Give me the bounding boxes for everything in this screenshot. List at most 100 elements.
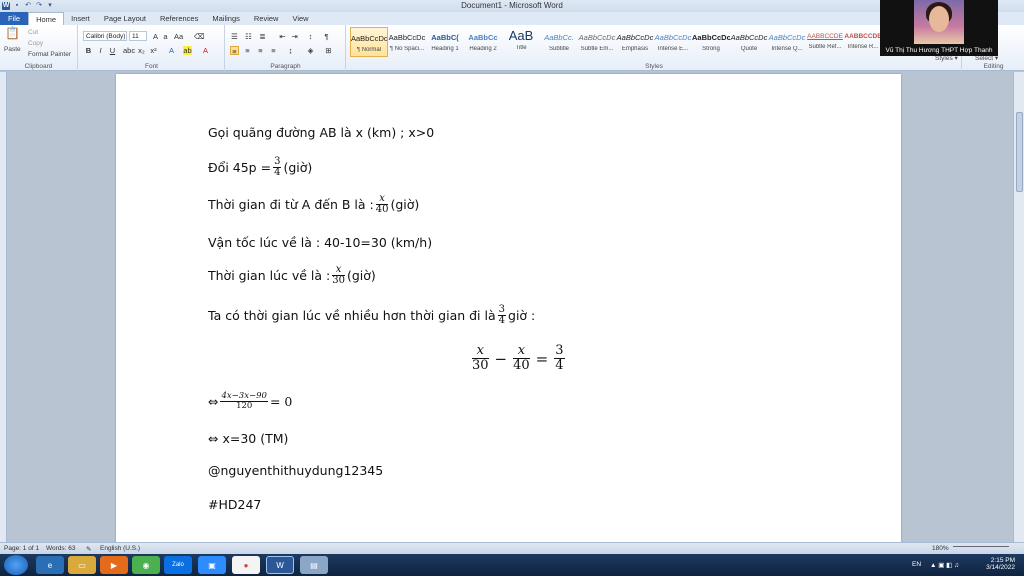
paragraph-label: Paragraph bbox=[270, 63, 301, 70]
tab-home[interactable]: Home bbox=[28, 12, 65, 25]
fraction-3-4: 34 bbox=[273, 156, 282, 178]
word-taskbar-icon[interactable]: W bbox=[266, 556, 294, 574]
style-intense-reference[interactable]: AABBCCDE Intense R... bbox=[844, 27, 882, 57]
vertical-ruler bbox=[0, 72, 7, 542]
doc-line-10: @nguyenthithuydung12345 bbox=[208, 463, 384, 478]
style-title[interactable]: AaB Title bbox=[502, 27, 540, 57]
styles-label: Styles bbox=[645, 63, 663, 70]
start-button-icon[interactable] bbox=[4, 555, 28, 575]
document-area: Gọi quãng đường AB là x (km) ; x>0 Đổi 4… bbox=[0, 72, 1024, 542]
align-center-icon[interactable]: ≡ bbox=[243, 46, 252, 55]
language-indicator[interactable]: English (U.S.) bbox=[100, 545, 140, 552]
fraction-x-30: x 30 bbox=[332, 264, 345, 286]
zoom-slider[interactable] bbox=[953, 546, 1009, 551]
borders-icon[interactable]: ⊞ bbox=[324, 46, 333, 55]
align-left-icon[interactable]: ≡ bbox=[230, 46, 239, 56]
tab-view[interactable]: View bbox=[285, 12, 315, 25]
style-heading-2[interactable]: AaBbCc Heading 2 bbox=[464, 27, 502, 57]
paste-icon[interactable]: 📋 bbox=[5, 27, 20, 43]
paste-button[interactable]: Paste bbox=[4, 46, 21, 53]
style-subtitle[interactable]: AaBbCc. Subtitle bbox=[540, 27, 578, 57]
doc-line-2: Đổi 45p = 34 (giờ) bbox=[208, 156, 313, 178]
styles-group: AaBbCcDc ¶ Normal AaBbCcDc ¶ No Spaci... A… bbox=[347, 25, 962, 71]
cut-button[interactable]: Cut bbox=[28, 29, 38, 36]
style-subtle-emphasis[interactable]: AaBbCcDc Subtle Em... bbox=[578, 27, 616, 57]
doc-line-1: Gọi quãng đường AB là x (km) ; x>0 bbox=[208, 125, 435, 140]
style-heading-1[interactable]: AaBbC(Heading 1 bbox=[426, 27, 464, 57]
numbering-icon[interactable]: ☷ bbox=[244, 32, 253, 41]
style-no-spacing[interactable]: AaBbCcDc ¶ No Spaci... bbox=[388, 27, 426, 57]
app-green-icon[interactable]: ◉ bbox=[132, 556, 160, 574]
style-strong[interactable]: AaBbCcDc Strong bbox=[692, 27, 730, 57]
font-group: Calibri (Body) 11 A a Aa ⌫ B I U abc x₂ … bbox=[79, 25, 225, 71]
ribbon-tabs: File Home Insert Page Layout References … bbox=[0, 12, 1024, 25]
align-right-icon[interactable]: ≡ bbox=[256, 46, 265, 55]
line-spacing-icon[interactable]: ↨ bbox=[286, 46, 295, 55]
tab-references[interactable]: References bbox=[153, 12, 205, 25]
multilevel-list-icon[interactable]: ≣ bbox=[258, 32, 267, 41]
document-page[interactable]: Gọi quãng đường AB là x (km) ; x>0 Đổi 4… bbox=[116, 74, 901, 542]
italic-icon[interactable]: I bbox=[96, 46, 105, 55]
paragraph-group: ☰ ☷ ≣ ⇤ ⇥ ↕ ¶ ≡ ≡ ≡ ≡ ↨ ◈ ⊞ Paragraph bbox=[226, 25, 346, 71]
page-count[interactable]: Page: 1 of 1 bbox=[4, 545, 39, 552]
change-case-icon[interactable]: Aa bbox=[174, 32, 183, 41]
font-color-icon[interactable]: A bbox=[201, 46, 210, 55]
copy-button[interactable]: Copy bbox=[28, 40, 43, 47]
chrome-icon[interactable]: ● bbox=[232, 556, 260, 574]
font-name-combo[interactable]: Calibri (Body) bbox=[83, 31, 127, 41]
zoom-meeting-icon[interactable]: ▣ bbox=[198, 556, 226, 574]
fraction-combined: 4x−3x−90 120 bbox=[220, 391, 268, 411]
tab-file[interactable]: File bbox=[0, 12, 29, 25]
justify-icon[interactable]: ≡ bbox=[269, 46, 278, 55]
editing-label: Editing bbox=[983, 63, 1004, 70]
style-normal[interactable]: AaBbCcDc ¶ Normal bbox=[350, 27, 388, 57]
bold-icon[interactable]: B bbox=[84, 46, 93, 55]
zoom-level[interactable]: 180% bbox=[932, 545, 949, 552]
tab-insert[interactable]: Insert bbox=[64, 12, 97, 25]
word-count[interactable]: Words: 63 bbox=[46, 545, 76, 552]
vertical-scrollbar[interactable] bbox=[1013, 72, 1024, 542]
tray-icons[interactable]: ▲ ▣ ◧ ♫ bbox=[930, 561, 959, 569]
taskbar: e ▭ ▶ ◉ Zalo ▣ ● W ▤ EN ▲ ▣ ◧ ♫ 2:15 PM … bbox=[0, 554, 1024, 576]
doc-line-11: #HD247 bbox=[208, 497, 262, 512]
style-intense-emphasis[interactable]: AaBbCcDc Intense E... bbox=[654, 27, 692, 57]
ie-icon[interactable]: e bbox=[36, 556, 64, 574]
notepad-icon[interactable]: ▤ bbox=[300, 556, 328, 574]
zalo-icon[interactable]: Zalo bbox=[164, 556, 192, 574]
clipboard-label: Clipboard bbox=[24, 63, 53, 70]
clear-formatting-icon[interactable]: ⌫ bbox=[194, 32, 205, 41]
text-effects-icon[interactable]: A bbox=[167, 46, 176, 55]
sort-icon[interactable]: ↕ bbox=[306, 32, 315, 41]
window-title: Document1 - Microsoft Word bbox=[461, 1, 563, 10]
decrease-indent-icon[interactable]: ⇤ bbox=[278, 32, 287, 41]
shading-icon[interactable]: ◈ bbox=[306, 46, 315, 55]
explorer-icon[interactable]: ▭ bbox=[68, 556, 96, 574]
style-quote[interactable]: AaBbCcDc Quote bbox=[730, 27, 768, 57]
strikethrough-icon[interactable]: abc bbox=[123, 46, 135, 55]
shrink-font-icon[interactable]: a bbox=[161, 32, 170, 41]
grow-font-icon[interactable]: A bbox=[151, 32, 160, 41]
media-player-icon[interactable]: ▶ bbox=[100, 556, 128, 574]
proofing-icon[interactable]: ✎ bbox=[86, 545, 91, 553]
underline-icon[interactable]: U bbox=[108, 46, 117, 55]
superscript-icon[interactable]: x² bbox=[149, 46, 158, 55]
increase-indent-icon[interactable]: ⇥ bbox=[290, 32, 299, 41]
doc-line-8: ⇔ 4x−3x−90 120 = 0 bbox=[208, 391, 293, 411]
show-formatting-icon[interactable]: ¶ bbox=[322, 32, 331, 41]
scroll-thumb[interactable] bbox=[1016, 112, 1023, 192]
highlight-icon[interactable]: ab bbox=[183, 46, 192, 55]
tab-mailings[interactable]: Mailings bbox=[205, 12, 247, 25]
format-painter-button[interactable]: Format Painter bbox=[28, 51, 71, 58]
style-intense-quote[interactable]: AaBbCcDc Intense Q... bbox=[768, 27, 806, 57]
presenter-video bbox=[914, 0, 964, 44]
input-language[interactable]: EN bbox=[912, 561, 921, 568]
font-size-combo[interactable]: 11 bbox=[129, 31, 147, 41]
clock[interactable]: 2:15 PM 3/14/2022 bbox=[975, 557, 1015, 571]
style-subtle-reference[interactable]: AABBCCDE Subtle Ref... bbox=[806, 27, 844, 57]
title-bar: W ▪ ↶ ↷ ▾ Document1 - Microsoft Word bbox=[0, 0, 1024, 12]
tab-page-layout[interactable]: Page Layout bbox=[97, 12, 153, 25]
style-emphasis[interactable]: AaBbCcDc Emphasis bbox=[616, 27, 654, 57]
tab-review[interactable]: Review bbox=[247, 12, 286, 25]
bullets-icon[interactable]: ☰ bbox=[230, 32, 239, 41]
subscript-icon[interactable]: x₂ bbox=[137, 46, 146, 55]
